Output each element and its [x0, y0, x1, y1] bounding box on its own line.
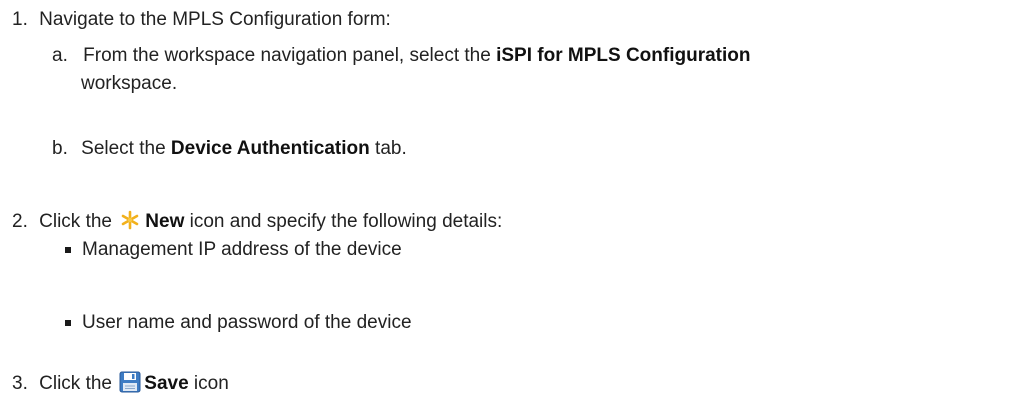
bullet-marker-2	[65, 320, 71, 326]
bullet-text-1: Management IP address of the device	[82, 239, 402, 260]
step-3-number: 3.	[12, 373, 28, 394]
substep-a: a. From the workspace navigation panel, …	[52, 44, 750, 68]
substep-a-letter: a.	[52, 45, 68, 66]
new-star-icon	[119, 210, 141, 230]
step-2-number: 2.	[12, 211, 28, 232]
bullet-marker-1	[65, 247, 71, 253]
step-2: 2. Click the New icon and specify the fo…	[12, 210, 502, 234]
step-3-bold: Save	[144, 373, 189, 394]
step-3: 3. Click the Save icon	[12, 371, 229, 396]
step-2-suffix: icon and specify the following details:	[184, 211, 503, 232]
bullet-text-2: User name and password of the device	[82, 312, 412, 333]
substep-a-continuation: workspace.	[81, 72, 177, 96]
step-3-suffix: icon	[188, 373, 229, 394]
substep-a-prefix: From the workspace navigation panel, sel…	[83, 45, 497, 66]
substep-b: b. Select the Device Authentication tab.	[52, 137, 407, 161]
save-floppy-icon	[119, 371, 141, 393]
substep-a-suffix: workspace.	[81, 73, 178, 94]
step-2-bold: New	[145, 211, 185, 232]
bullet-item-2: User name and password of the device	[82, 311, 412, 335]
substep-b-suffix: tab.	[369, 138, 407, 159]
step-3-prefix: Click the	[39, 373, 118, 394]
step-1: 1. Navigate to the MPLS Configuration fo…	[12, 8, 391, 32]
substep-b-bold: Device Authentication	[170, 138, 370, 159]
step-2-prefix: Click the	[39, 211, 118, 232]
step-1-text: Navigate to the MPLS Configuration form:	[39, 9, 391, 30]
substep-b-letter: b.	[52, 138, 68, 159]
bullet-item-1: Management IP address of the device	[82, 238, 402, 262]
substep-b-prefix: Select the	[81, 138, 171, 159]
step-1-number: 1.	[12, 9, 28, 30]
substep-a-bold: iSPI for MPLS Configuration	[496, 45, 751, 66]
